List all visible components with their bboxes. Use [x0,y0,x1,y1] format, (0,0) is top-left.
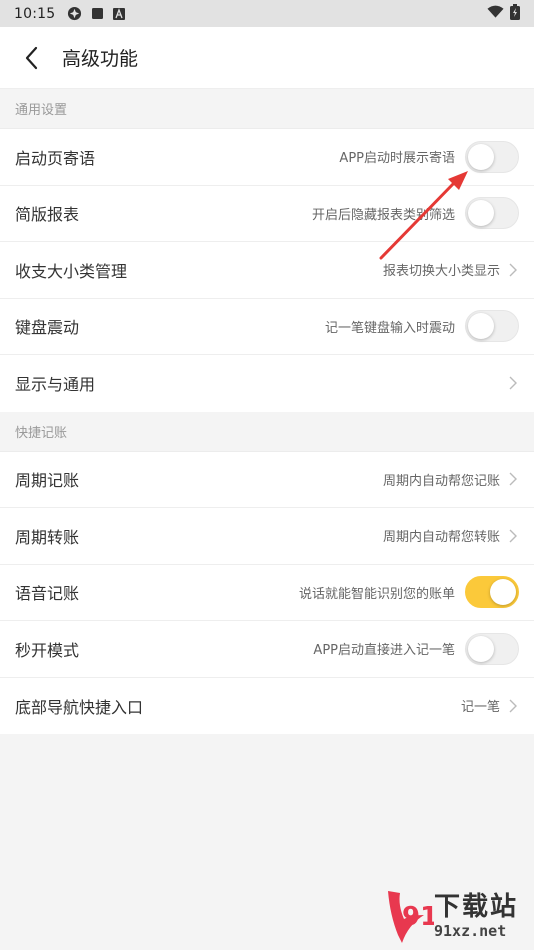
status-time: 10:15 [14,5,56,22]
row-periodic-bookkeeping[interactable]: 周期记账 周期内自动帮您记账 [0,452,534,508]
row-description: 周期内自动帮您转账 [382,530,500,546]
simple-report-toggle[interactable] [465,197,519,230]
row-periodic-transfer[interactable]: 周期转账 周期内自动帮您转账 [0,508,534,565]
back-arrow-icon [25,46,38,69]
row-bottom-nav-shortcut[interactable]: 底部导航快捷入口 记一笔 [0,678,534,735]
keyboard-vibration-toggle[interactable] [465,310,519,343]
voice-bookkeeping-toggle[interactable] [465,576,519,609]
general-settings-list: 启动页寄语 APP启动时展示寄语 简版报表 开启后隐藏报表类别筛选 收支大小类管… [0,129,534,412]
toggle-knob [468,200,494,227]
row-category-management[interactable]: 收支大小类管理 报表切换大小类显示 [0,242,534,299]
row-description: 周期内自动帮您记账 [382,473,500,489]
row-label: 收支大小类管理 [15,261,128,281]
row-label: 键盘震动 [15,318,80,338]
row-description: APP启动时展示寄语 [339,151,455,167]
row-label: 显示与通用 [15,375,96,395]
status-bar: 10:15 [0,0,534,27]
row-description: 开启后隐藏报表类别筛选 [311,207,455,223]
row-startup-message[interactable]: 启动页寄语 APP启动时展示寄语 [0,129,534,186]
font-a-icon [113,7,126,20]
watermark-91-logo-icon: 91 [388,891,434,943]
row-description: 报表切换大小类显示 [382,264,500,280]
app-bar: 高级功能 [0,27,534,89]
sync-icon [67,6,82,21]
row-label: 启动页寄语 [15,148,96,168]
chevron-right-icon [509,472,517,486]
section-header-general: 通用设置 [0,89,534,129]
page-title: 高级功能 [62,48,139,70]
back-button[interactable] [0,27,62,89]
toggle-knob [490,579,516,606]
chevron-right-icon [509,376,517,390]
toggle-knob [468,635,494,662]
row-simple-report[interactable]: 简版报表 开启后隐藏报表类别筛选 [0,186,534,242]
toggle-knob [468,313,494,340]
chevron-right-icon [509,699,517,713]
battery-icon [510,3,520,24]
startup-message-toggle[interactable] [465,140,519,173]
watermark-text: 下载站 [434,891,519,922]
row-description: 记一笔 [460,700,500,716]
row-voice-bookkeeping[interactable]: 语音记账 说话就能智能识别您的账单 [0,565,534,621]
row-label: 简版报表 [15,205,80,225]
section-header-quick-bookkeeping: 快捷记账 [0,411,534,452]
row-description: 说话就能智能识别您的账单 [298,586,455,602]
svg-text:91: 91 [402,902,434,932]
stop-icon [92,8,104,19]
wifi-icon [487,5,504,23]
watermark-logo: 91 下载站 91xz.net [384,882,534,950]
row-label: 秒开模式 [15,640,80,660]
row-label: 周期转账 [15,527,80,547]
row-instant-open-mode[interactable]: 秒开模式 APP启动直接进入记一笔 [0,621,534,678]
row-description: APP启动直接进入记一笔 [313,643,455,659]
toggle-knob [468,143,494,170]
chevron-right-icon [509,263,517,277]
row-description: 记一笔键盘输入时震动 [324,320,455,336]
row-keyboard-vibration[interactable]: 键盘震动 记一笔键盘输入时震动 [0,299,534,355]
row-label: 周期记账 [15,471,80,491]
row-label: 语音记账 [15,584,80,604]
watermark-url: 91xz.net [434,921,507,940]
row-label: 底部导航快捷入口 [15,697,144,717]
instant-open-toggle[interactable] [465,632,519,665]
quick-bookkeeping-list: 周期记账 周期内自动帮您记账 周期转账 周期内自动帮您转账 语音记账 说话就能智… [0,451,534,735]
chevron-right-icon [509,529,517,543]
row-display-general[interactable]: 显示与通用 [0,355,534,412]
